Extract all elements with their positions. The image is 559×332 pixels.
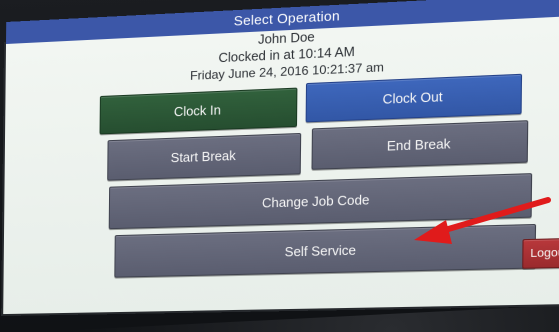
clock-out-label: Clock Out [382,89,443,107]
clock-out-button[interactable]: Clock Out [305,73,523,123]
logout-label: Logout [530,246,559,261]
self-service-label: Self Service [284,243,357,260]
clock-in-label: Clock In [173,103,221,120]
photo-frame: Select Operation John Doe Clocked in at … [0,0,559,332]
change-job-code-button[interactable]: Change Job Code [108,173,533,230]
end-break-button[interactable]: End Break [311,120,529,170]
kiosk-screen: Select Operation John Doe Clocked in at … [3,0,559,315]
start-break-label: Start Break [170,148,236,166]
self-service-button[interactable]: Self Service [114,223,537,278]
end-break-label: End Break [386,136,451,154]
clock-in-button[interactable]: Clock In [99,87,298,135]
start-break-button[interactable]: Start Break [107,132,302,181]
change-job-code-label: Change Job Code [261,192,370,211]
logout-button[interactable]: Logout [522,237,559,269]
